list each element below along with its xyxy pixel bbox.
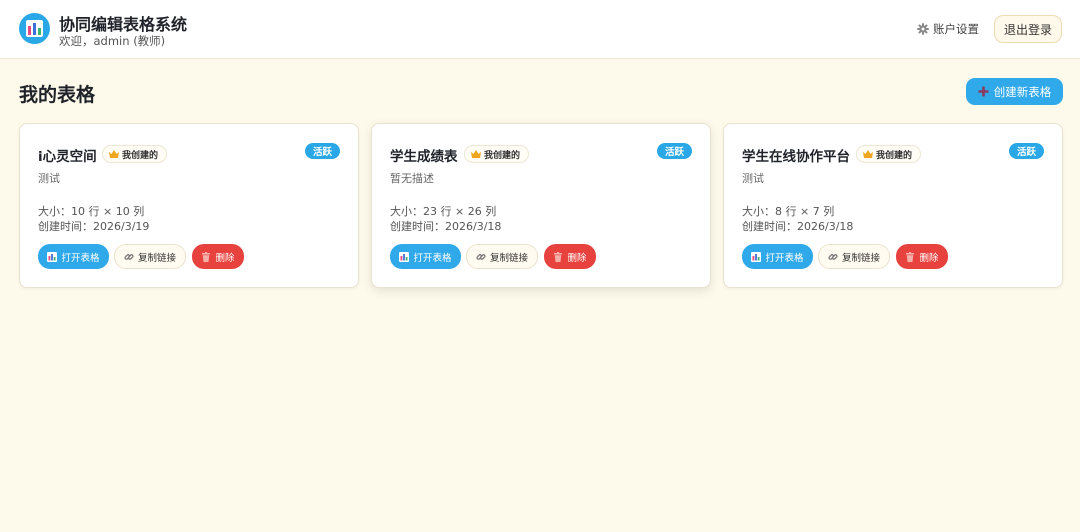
sheet-card: i心灵空间 我创建的 活跃 测试 大小：10 行 × 10 列 创建时间：202… (19, 123, 359, 288)
copy-link-label: 复制链接 (489, 252, 528, 264)
app-header: 协同编辑表格系统 欢迎，admin (教师) 账户设置 退出登录 (0, 0, 1080, 59)
account-settings-label: 账户设置 (933, 22, 979, 36)
delete-sheet-button[interactable]: 删除 (896, 244, 948, 269)
copy-link-label: 复制链接 (841, 252, 880, 264)
sheet-title: 学生成绩表 (390, 149, 458, 165)
trash-icon (906, 251, 915, 262)
link-icon (124, 253, 134, 260)
bar-chart-logo-icon (19, 13, 50, 44)
trash-icon (202, 251, 211, 262)
status-badge: 活跃 (657, 143, 692, 159)
chart-icon (399, 251, 410, 262)
sheet-title: 学生在线协作平台 (742, 149, 850, 165)
crown-icon (109, 150, 119, 158)
sheet-description: 暂无描述 (390, 172, 434, 185)
crown-icon (863, 150, 873, 158)
create-sheet-button[interactable]: 创建新表格 (966, 78, 1063, 105)
chart-icon (47, 251, 58, 262)
owner-badge-label: 我创建的 (484, 150, 521, 161)
chart-icon (751, 251, 762, 262)
sheet-size: 大小：10 行 × 10 列 (38, 205, 145, 218)
sheet-title: i心灵空间 (38, 149, 97, 165)
sheet-created-date: 创建时间：2026/3/19 (38, 220, 150, 233)
sheet-card: 学生在线协作平台 我创建的 活跃 测试 大小：8 行 × 7 列 创建时间：20… (723, 123, 1063, 288)
sheet-created-date: 创建时间：2026/3/18 (742, 220, 854, 233)
delete-sheet-label: 删除 (567, 252, 587, 264)
sheet-created-date: 创建时间：2026/3/18 (390, 220, 502, 233)
create-sheet-label: 创建新表格 (993, 84, 1052, 99)
copy-link-label: 复制链接 (137, 252, 176, 264)
status-badge: 活跃 (1009, 143, 1044, 159)
owner-badge: 我创建的 (464, 145, 530, 163)
app-title: 协同编辑表格系统 (59, 15, 188, 34)
link-icon (828, 253, 838, 260)
open-sheet-label: 打开表格 (61, 252, 100, 264)
delete-sheet-label: 删除 (215, 252, 235, 264)
sheet-size: 大小：8 行 × 7 列 (742, 205, 835, 218)
owner-badge-label: 我创建的 (876, 150, 913, 161)
trash-icon (554, 251, 563, 262)
account-settings-link[interactable]: 账户设置 (917, 21, 979, 37)
sheet-description: 测试 (38, 172, 60, 185)
owner-badge-label: 我创建的 (122, 150, 159, 161)
status-badge: 活跃 (305, 143, 340, 159)
logout-button[interactable]: 退出登录 (994, 15, 1062, 43)
open-sheet-button[interactable]: 打开表格 (390, 244, 461, 269)
copy-link-button[interactable]: 复制链接 (114, 244, 186, 269)
copy-link-button[interactable]: 复制链接 (818, 244, 890, 269)
open-sheet-label: 打开表格 (413, 252, 452, 264)
gear-icon (917, 23, 929, 35)
open-sheet-label: 打开表格 (765, 252, 804, 264)
sheet-description: 测试 (742, 172, 764, 185)
page-title: 我的表格 (19, 84, 96, 106)
plus-icon (978, 86, 989, 97)
owner-badge: 我创建的 (102, 145, 168, 163)
open-sheet-button[interactable]: 打开表格 (38, 244, 109, 269)
owner-badge: 我创建的 (856, 145, 922, 163)
delete-sheet-button[interactable]: 删除 (192, 244, 244, 269)
sheet-size: 大小：23 行 × 26 列 (390, 205, 497, 218)
delete-sheet-button[interactable]: 删除 (544, 244, 596, 269)
crown-icon (471, 150, 481, 158)
open-sheet-button[interactable]: 打开表格 (742, 244, 813, 269)
link-icon (476, 253, 486, 260)
welcome-text: 欢迎，admin (教师) (59, 34, 166, 48)
copy-link-button[interactable]: 复制链接 (466, 244, 538, 269)
delete-sheet-label: 删除 (919, 252, 939, 264)
sheet-card: 学生成绩表 我创建的 活跃 暂无描述 大小：23 行 × 26 列 创建时间：2… (371, 123, 711, 288)
